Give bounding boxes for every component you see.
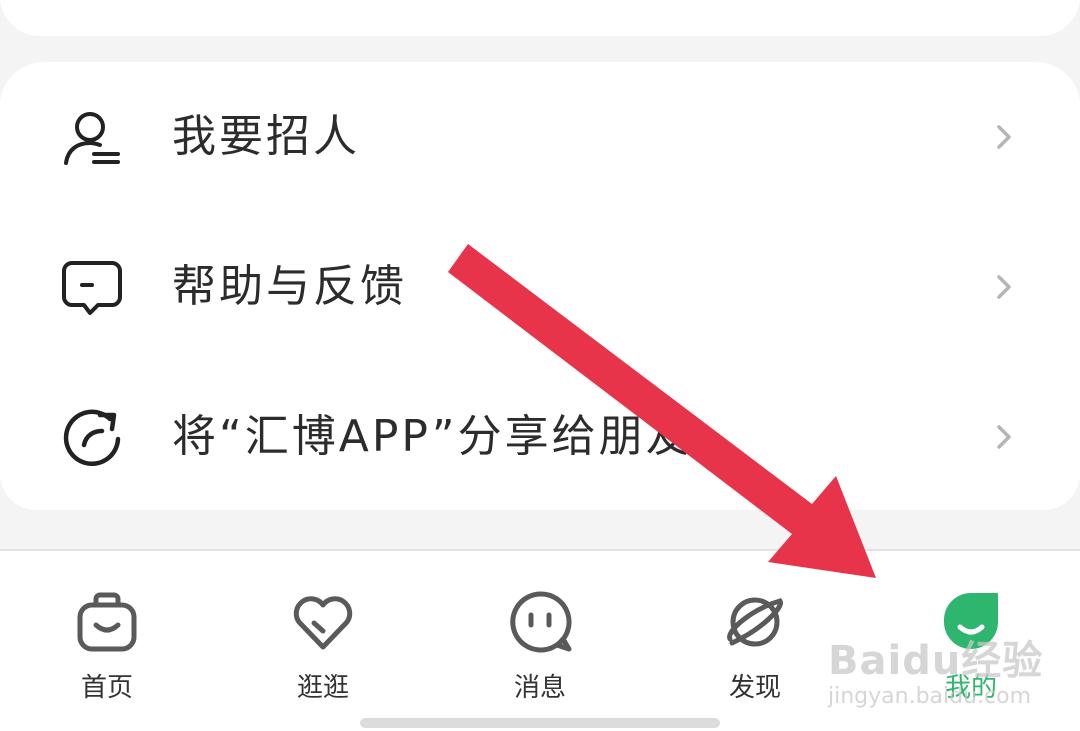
tab-label: 逛逛 bbox=[296, 673, 349, 703]
heart-icon bbox=[293, 596, 353, 650]
feedback-message-icon bbox=[62, 261, 122, 315]
menu-item-label: 帮助与反馈 bbox=[172, 261, 407, 312]
menu-card: 我要招人 帮助与反馈 将“汇博APP”分享给朋友 bbox=[0, 62, 1080, 510]
menu-item-share[interactable]: 将“汇博APP”分享给朋友 bbox=[0, 372, 1080, 502]
menu-item-help-feedback[interactable]: 帮助与反馈 bbox=[0, 222, 1080, 352]
menu-item-label: 将“汇博APP”分享给朋友 bbox=[172, 411, 693, 462]
menu-item-label: 我要招人 bbox=[172, 111, 360, 162]
bottom-tab-bar: 首页 逛逛 消息 发现 我的 bbox=[0, 549, 1080, 731]
tab-home[interactable]: 首页 bbox=[32, 551, 182, 711]
recruit-person-icon bbox=[64, 112, 120, 165]
tab-browse[interactable]: 逛逛 bbox=[248, 551, 398, 711]
home-indicator[interactable] bbox=[360, 718, 720, 728]
tab-label: 首页 bbox=[80, 673, 133, 703]
top-card-edge bbox=[0, 0, 1080, 36]
home-bag-icon bbox=[77, 592, 137, 652]
chevron-right-icon bbox=[997, 125, 1011, 149]
profile-face-icon bbox=[943, 592, 998, 649]
menu-item-recruit[interactable]: 我要招人 bbox=[0, 72, 1080, 202]
tab-messages[interactable]: 消息 bbox=[465, 551, 615, 711]
tab-label: 发现 bbox=[728, 673, 781, 703]
planet-icon bbox=[727, 597, 783, 647]
tab-mine[interactable]: 我的 bbox=[896, 551, 1046, 711]
tab-label: 我的 bbox=[944, 673, 997, 703]
chat-face-icon bbox=[510, 591, 572, 653]
tab-label: 消息 bbox=[513, 673, 566, 703]
chevron-right-icon bbox=[997, 425, 1011, 449]
tab-discover[interactable]: 发现 bbox=[680, 551, 830, 711]
chevron-right-icon bbox=[997, 275, 1011, 299]
share-refresh-icon bbox=[63, 409, 121, 466]
